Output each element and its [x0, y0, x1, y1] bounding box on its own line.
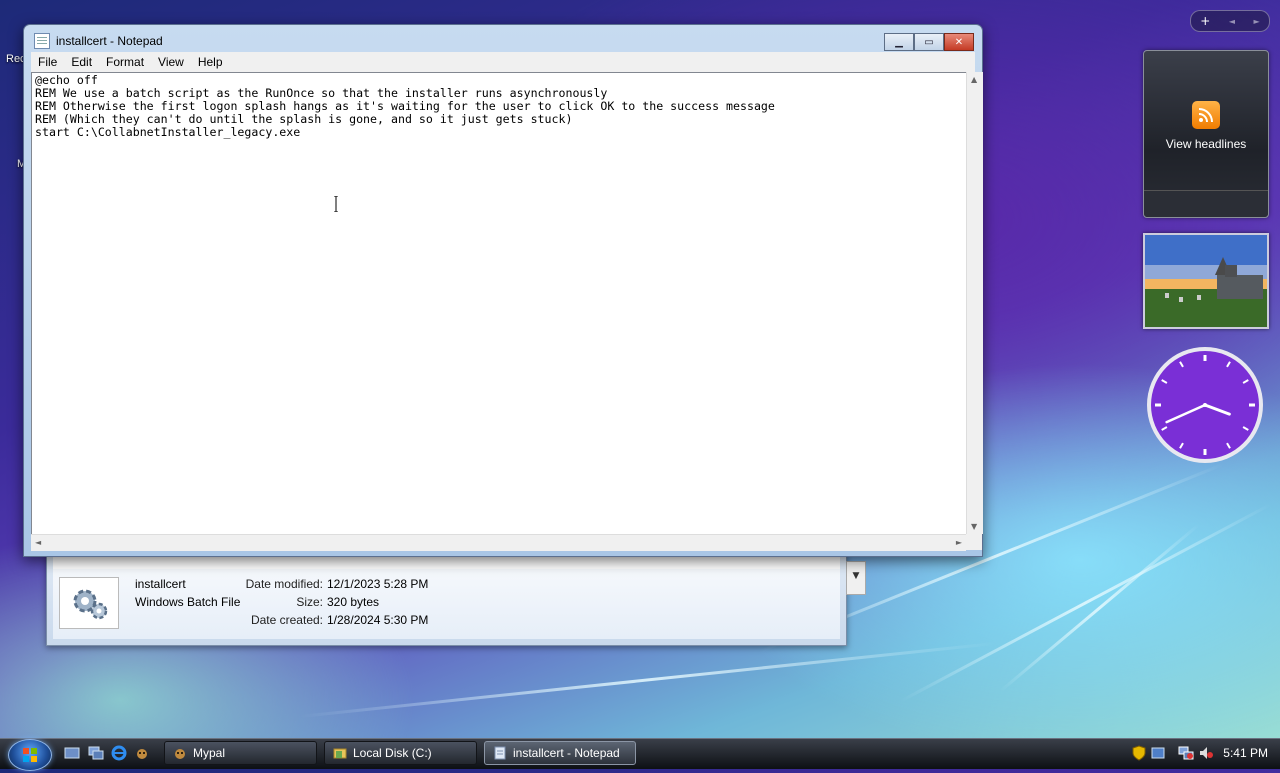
scroll-down-arrow-icon[interactable]: ▼: [971, 522, 977, 531]
scroll-up-arrow-icon[interactable]: ▲: [971, 75, 977, 84]
previous-page-button[interactable]: ◄: [1229, 17, 1235, 26]
taskbar-button-local-disk[interactable]: Local Disk (C:): [324, 741, 477, 765]
title-bar[interactable]: installcert - Notepad: [34, 31, 163, 51]
detail-value: 1/28/2024 5:30 PM: [327, 613, 429, 627]
menu-edit[interactable]: Edit: [64, 55, 99, 69]
detail-value: 12/1/2023 5:28 PM: [327, 577, 429, 591]
network-icon[interactable]: [1178, 745, 1194, 761]
internet-explorer-icon[interactable]: [111, 745, 127, 761]
window-title: installcert - Notepad: [56, 34, 163, 48]
add-gadget-button[interactable]: +: [1200, 14, 1210, 28]
wallpaper-streak: [999, 523, 1201, 693]
church-photo: [1145, 235, 1267, 327]
menu-view[interactable]: View: [151, 55, 191, 69]
detail-key: Size:: [296, 595, 323, 609]
clock-gadget[interactable]: [1144, 344, 1266, 466]
volume-muted-icon[interactable]: [1198, 745, 1214, 761]
taskbar-clock[interactable]: 5:41 PM: [1223, 746, 1268, 760]
wallpaper-streak: [299, 641, 997, 718]
maximize-button[interactable]: ▭: [914, 33, 944, 51]
feed-gadget-footer: [1144, 190, 1268, 217]
view-headlines-link[interactable]: View headlines: [1144, 137, 1268, 151]
notification-area: 5:41 PM: [1128, 739, 1280, 768]
folder-icon: [333, 748, 347, 759]
menu-format[interactable]: Format: [99, 55, 151, 69]
notepad-icon: [494, 746, 506, 760]
mypal-quicklaunch-icon[interactable]: [134, 745, 150, 761]
vertical-scrollbar[interactable]: ▲ ▼: [966, 72, 983, 534]
notepad-icon: [34, 33, 50, 49]
horizontal-scrollbar[interactable]: ◄ ►: [31, 534, 966, 551]
text-editor-area[interactable]: @echo off REM We use a batch script as t…: [31, 72, 968, 536]
rss-feed-icon: [1192, 101, 1220, 129]
windows-update-icon[interactable]: [1150, 745, 1166, 761]
feed-headlines-gadget[interactable]: View headlines: [1143, 50, 1269, 218]
detail-date-modified: Date modified: 12/1/2023 5:28 PM: [143, 577, 429, 591]
scroll-left-arrow-icon[interactable]: ◄: [35, 538, 41, 547]
scroll-right-arrow-icon[interactable]: ►: [956, 538, 962, 547]
menu-help[interactable]: Help: [191, 55, 230, 69]
start-button[interactable]: [8, 739, 52, 771]
detail-date-created: Date created: 1/28/2024 5:30 PM: [143, 613, 428, 627]
slideshow-gadget[interactable]: [1143, 233, 1269, 329]
next-page-button[interactable]: ►: [1254, 17, 1260, 26]
window-controls: ▁ ▭ ✕: [884, 33, 974, 51]
taskbar-button-mypal[interactable]: Mypal: [164, 741, 317, 765]
show-desktop-icon[interactable]: [64, 745, 80, 761]
switch-windows-icon[interactable]: [88, 745, 104, 761]
mypal-browser-icon: [175, 749, 185, 759]
resize-grip-icon[interactable]: [966, 534, 982, 550]
editor-content[interactable]: @echo off REM We use a batch script as t…: [35, 74, 775, 139]
details-pane: installcert Windows Batch File Date modi…: [53, 569, 840, 639]
detail-key: Date modified:: [245, 577, 323, 591]
text-cursor-icon: [334, 196, 338, 212]
clock-center: [1203, 403, 1207, 407]
detail-size: Size: 320 bytes: [143, 595, 379, 609]
taskbar-button-notepad[interactable]: installcert - Notepad: [484, 741, 636, 765]
close-button[interactable]: ✕: [944, 33, 974, 51]
minimize-button[interactable]: ▁: [884, 33, 914, 51]
menu-file[interactable]: File: [31, 55, 64, 69]
explorer-window[interactable]: ▼ installcert Windows Batch File Date mo…: [46, 552, 866, 646]
detail-key: Date created:: [250, 613, 323, 627]
taskbar-button-label: Mypal: [193, 746, 226, 760]
detail-value: 320 bytes: [327, 595, 380, 609]
scroll-down-button[interactable]: ▼: [846, 561, 866, 595]
notepad-window[interactable]: installcert - Notepad ▁ ▭ ✕ File Edit Fo…: [23, 24, 983, 557]
sidebar-controls: + ◄ ►: [1190, 10, 1270, 32]
security-shield-icon[interactable]: [1132, 745, 1146, 761]
menu-bar: File Edit Format View Help: [31, 52, 975, 72]
taskbar-button-label: installcert - Notepad: [513, 746, 620, 760]
batch-file-gear-icon: [59, 577, 119, 629]
taskbar-button-label: Local Disk (C:): [353, 746, 432, 760]
windows-logo-icon: [23, 748, 37, 762]
